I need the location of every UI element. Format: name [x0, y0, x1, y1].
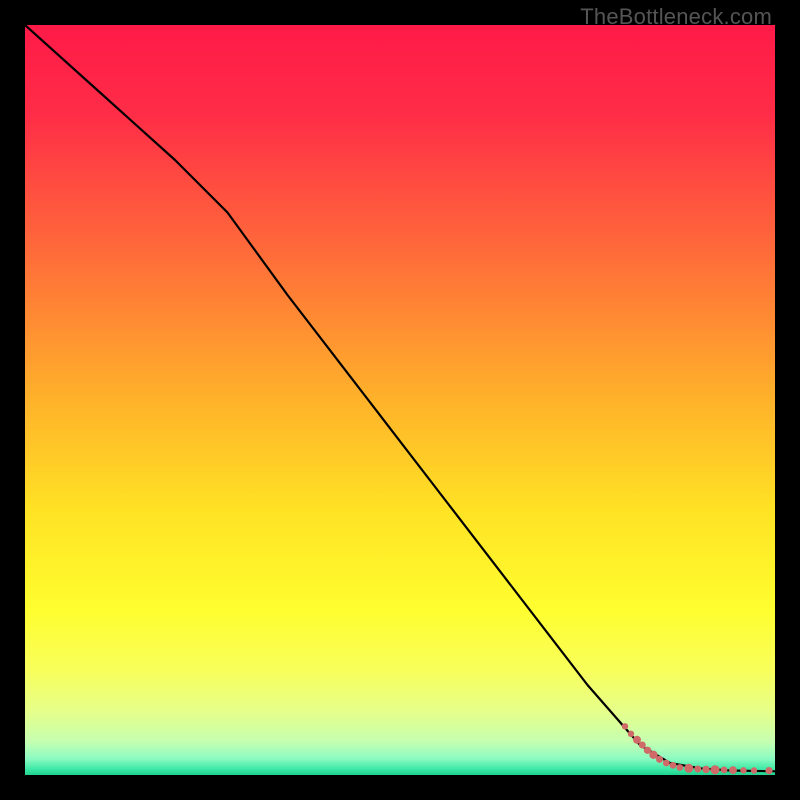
scatter-point: [656, 756, 663, 763]
scatter-point: [729, 766, 737, 774]
gradient-background: [25, 25, 775, 775]
scatter-point: [663, 760, 670, 767]
scatter-point: [694, 766, 701, 773]
scatter-point: [702, 766, 709, 773]
scatter-point: [751, 767, 757, 773]
scatter-point: [765, 767, 772, 774]
scatter-point: [639, 742, 646, 749]
chart-svg: [25, 25, 775, 775]
chart-frame: [25, 25, 775, 775]
scatter-point: [670, 762, 677, 769]
scatter-point: [628, 731, 634, 737]
scatter-point: [721, 767, 728, 774]
scatter-point: [622, 723, 628, 729]
scatter-point: [740, 767, 746, 773]
scatter-point: [684, 764, 693, 773]
scatter-point: [710, 765, 719, 774]
scatter-point: [676, 764, 683, 771]
